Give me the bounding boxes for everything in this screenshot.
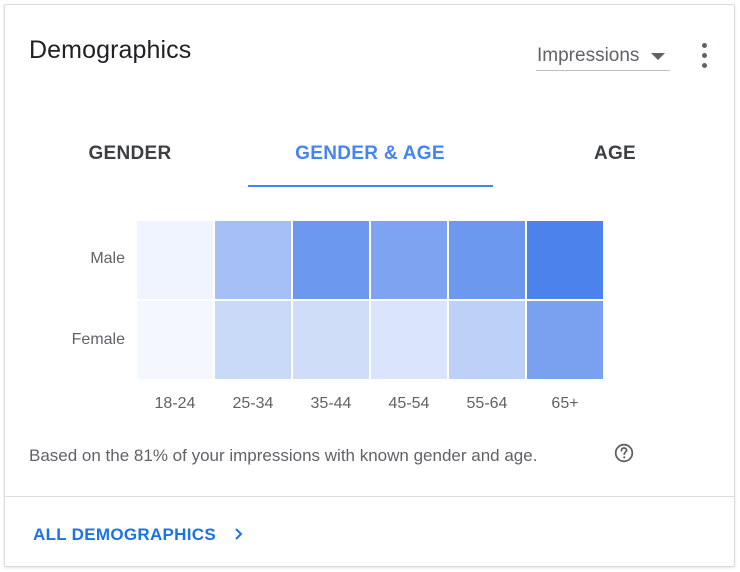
heatmap-cell-male-18-24[interactable] <box>137 221 213 299</box>
heatmap-cell-male-45-54[interactable] <box>371 221 447 299</box>
all-demographics-link[interactable]: ALL DEMOGRAPHICS <box>33 525 216 545</box>
heatmap-cell-female-35-44[interactable] <box>293 301 369 379</box>
col-label-25-34: 25-34 <box>232 395 274 412</box>
heatmap-cell-female-45-54[interactable] <box>371 301 447 379</box>
heatmap-cell-male-55-64[interactable] <box>449 221 525 299</box>
col-label-45-54: 45-54 <box>388 395 430 412</box>
row-label-female: Female <box>71 331 125 348</box>
tab-gender-age[interactable]: GENDER & AGE <box>248 143 492 165</box>
demographics-card: Demographics Impressions GENDER GENDER &… <box>4 4 735 567</box>
heatmap-cell-female-18-24[interactable] <box>137 301 213 379</box>
active-tab-indicator <box>248 185 493 187</box>
more-dot <box>702 53 707 58</box>
more-dot <box>702 63 707 68</box>
heatmap-cell-female-55-64[interactable] <box>449 301 525 379</box>
heatmap-cell-female-65-plus[interactable] <box>527 301 603 379</box>
card-title: Demographics <box>29 36 192 64</box>
col-label-65-plus: 65+ <box>551 395 579 412</box>
col-label-35-44: 35-44 <box>310 395 352 412</box>
heatmap-cell-male-65-plus[interactable] <box>527 221 603 299</box>
col-label-18-24: 18-24 <box>154 395 196 412</box>
help-circle-icon[interactable] <box>614 443 634 463</box>
footer-divider <box>5 496 734 497</box>
chevron-right-icon[interactable] <box>233 525 245 543</box>
heatmap-cell-male-25-34[interactable] <box>215 221 291 299</box>
metric-dropdown-value: Impressions <box>537 45 640 66</box>
tab-age[interactable]: AGE <box>555 143 675 165</box>
more-vert-icon[interactable] <box>695 41 715 73</box>
row-label-male: Male <box>90 250 125 267</box>
metric-dropdown[interactable]: Impressions <box>536 45 670 71</box>
heatmap-cell-female-25-34[interactable] <box>215 301 291 379</box>
tab-gender[interactable]: GENDER <box>65 143 195 165</box>
data-coverage-note: Based on the 81% of your impressions wit… <box>29 446 538 465</box>
col-label-55-64: 55-64 <box>466 395 508 412</box>
dropdown-arrow-icon <box>651 53 665 60</box>
more-dot <box>702 43 707 48</box>
heatmap-cell-male-35-44[interactable] <box>293 221 369 299</box>
